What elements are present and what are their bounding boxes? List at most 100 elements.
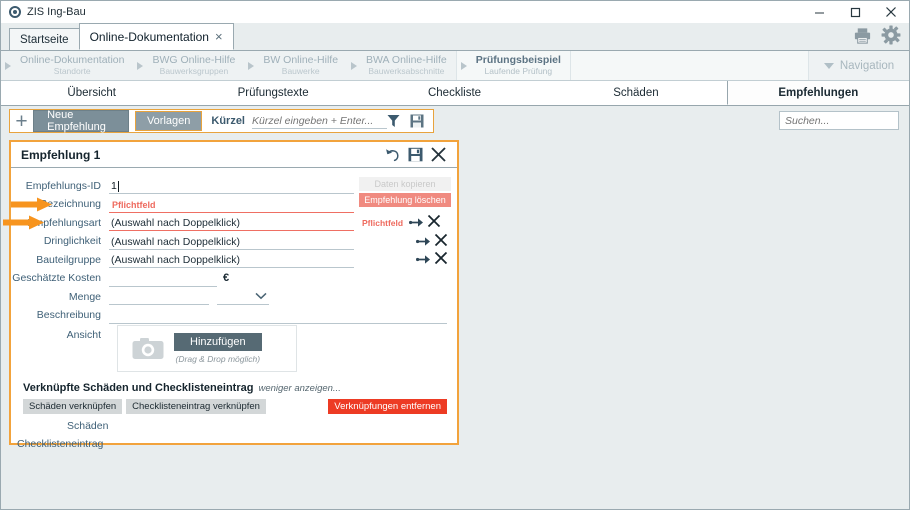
- field-control[interactable]: (Auswahl nach Doppelklick): [109, 233, 354, 250]
- search-box[interactable]: [779, 111, 910, 130]
- description-input[interactable]: [109, 309, 447, 324]
- field-control[interactable]: (Auswahl nach Doppelklick): [109, 251, 354, 269]
- field-label: Bauteilgruppe: [36, 253, 101, 266]
- tab-close-icon[interactable]: ×: [215, 29, 223, 44]
- field-label: Ansicht: [66, 329, 101, 341]
- field-value: (Auswahl nach Doppelklick): [111, 254, 240, 267]
- field-label: Beschreibung: [36, 309, 101, 322]
- filter-icon[interactable]: [387, 114, 400, 128]
- navigation-label: Navigation: [839, 59, 895, 72]
- tab-pruefungstexte[interactable]: Prüfungstexte: [182, 81, 363, 105]
- unit-select[interactable]: [217, 288, 269, 306]
- linked-heading-row: Verknüpfte Schäden und Checklisteneintra…: [23, 382, 457, 394]
- breadcrumb-item-online-dokumentation[interactable]: Online-Dokumentation Standorte: [1, 51, 133, 80]
- tab-checkliste[interactable]: Checkliste: [364, 81, 545, 105]
- field-label: Dringlichkeit: [43, 235, 101, 248]
- field-control[interactable]: Pflichtfeld: [109, 196, 354, 213]
- text-input[interactable]: Pflichtfeld: [109, 198, 354, 213]
- navigation-dropdown[interactable]: Navigation: [809, 51, 909, 80]
- gear-icon[interactable]: [881, 25, 901, 45]
- picker-input[interactable]: (Auswahl nach Doppelklick): [109, 216, 354, 232]
- tab-strip: Startseite Online-Dokumentation ×: [1, 23, 909, 51]
- field-value: (Auswahl nach Doppelklick): [111, 217, 240, 230]
- field-row-ansicht: Ansicht: [11, 327, 457, 341]
- field-control[interactable]: [109, 288, 209, 306]
- breadcrumb-item-bwa-online-hilfe[interactable]: BWA Online-Hilfe Bauwerksabschnitte: [347, 51, 456, 80]
- currency-symbol: €: [223, 272, 230, 285]
- circle-logo-icon: [9, 6, 21, 18]
- breadcrumb-item-pruefungsbeispiel[interactable]: Prüfungsbeispiel Laufende Prüfung: [455, 51, 571, 80]
- cost-input[interactable]: [109, 272, 217, 287]
- save-icon[interactable]: [408, 147, 423, 162]
- title-bar: ZIS Ing-Bau: [1, 1, 909, 23]
- new-recommendation-button[interactable]: Neue Empfehlung: [33, 109, 129, 133]
- add-icon[interactable]: +: [10, 110, 33, 132]
- link-damage-button[interactable]: Schäden verknüpfen: [23, 399, 123, 414]
- picker-input[interactable]: (Auswahl nach Doppelklick): [109, 235, 354, 250]
- clear-icon[interactable]: [427, 214, 441, 231]
- remove-links-button[interactable]: Verknüpfungen entfernen: [328, 399, 447, 414]
- chevron-right-icon: [5, 61, 11, 70]
- field-value: (Auswahl nach Doppelklick): [111, 235, 240, 248]
- minimize-icon[interactable]: [801, 1, 837, 23]
- quantity-input[interactable]: [109, 290, 209, 306]
- link-icon[interactable]: [416, 254, 431, 265]
- maximize-icon[interactable]: [837, 1, 873, 23]
- breadcrumb-sub: Standorte: [53, 65, 91, 76]
- field-control[interactable]: [109, 307, 447, 324]
- linked-toggle-link[interactable]: weniger anzeigen...: [258, 383, 340, 394]
- kuerzel-label: Kürzel: [211, 115, 245, 127]
- toolbar-icon-group: [387, 114, 433, 128]
- search-input[interactable]: [785, 114, 910, 127]
- linked-damage-label[interactable]: Schäden: [67, 420, 457, 432]
- kuerzel-input[interactable]: [252, 113, 387, 129]
- tab-label: Startseite: [20, 33, 69, 46]
- card-action-icons: [385, 146, 453, 163]
- field-row-dringlichkeit: Dringlichkeit (Auswahl nach Doppelklick): [11, 233, 457, 251]
- close-icon[interactable]: [873, 1, 909, 23]
- link-icon[interactable]: [416, 236, 431, 247]
- section-tab-bar: Übersicht Prüfungstexte Checkliste Schäd…: [1, 81, 910, 106]
- chevron-right-icon: [460, 61, 467, 70]
- undo-icon[interactable]: [385, 147, 401, 162]
- section-tab-label: Schäden: [613, 87, 659, 99]
- tab-uebersicht[interactable]: Übersicht: [1, 81, 182, 105]
- save-icon[interactable]: [410, 114, 424, 128]
- breadcrumb-main: Online-Dokumentation: [20, 53, 125, 66]
- clear-icon[interactable]: [434, 233, 448, 250]
- link-icon[interactable]: [409, 217, 424, 228]
- section-tab-label: Übersicht: [67, 87, 116, 99]
- tab-startseite[interactable]: Startseite: [9, 28, 80, 50]
- clear-icon[interactable]: [434, 251, 448, 268]
- chevron-right-icon: [351, 61, 358, 70]
- unit-select-input[interactable]: [217, 290, 269, 306]
- close-icon[interactable]: [430, 146, 447, 163]
- section-tab-label: Empfehlungen: [778, 86, 859, 99]
- field-error: Pflichtfeld: [112, 199, 156, 210]
- breadcrumb: Online-Dokumentation Standorte BWG Onlin…: [1, 51, 909, 81]
- chevron-right-icon: [248, 61, 255, 70]
- text-caret: [117, 180, 119, 192]
- field-control[interactable]: [109, 270, 217, 287]
- print-icon[interactable]: [853, 26, 872, 45]
- header-icon-group: [853, 25, 901, 45]
- breadcrumb-item-bwg-online-hilfe[interactable]: BWG Online-Hilfe Bauwerksgruppen: [133, 51, 244, 80]
- field-label: Menge: [68, 290, 101, 303]
- linked-checklist-label[interactable]: Checklisteneintrag: [17, 438, 457, 450]
- field-row-empfehlungs-id: Empfehlungs-ID 1: [11, 177, 457, 195]
- field-row-bauteilgruppe: Bauteilgruppe (Auswahl nach Doppelklick): [11, 251, 457, 269]
- linked-buttons-row: Schäden verknüpfen Checklisteneintrag ve…: [23, 399, 457, 414]
- tab-online-dokumentation[interactable]: Online-Dokumentation ×: [78, 23, 234, 50]
- tab-schaeden[interactable]: Schäden: [545, 81, 726, 105]
- templates-button[interactable]: Vorlagen: [134, 111, 203, 131]
- field-value: 1: [111, 180, 117, 193]
- field-control[interactable]: 1: [109, 177, 354, 195]
- tab-empfehlungen[interactable]: Empfehlungen: [726, 81, 910, 105]
- application-window: ZIS Ing-Bau Startseite Online-Dokumentat…: [0, 0, 910, 510]
- field-control[interactable]: (Auswahl nach Doppelklick): [109, 214, 354, 232]
- breadcrumb-item-bw-online-hilfe[interactable]: BW Online-Hilfe Bauwerke: [244, 51, 347, 80]
- link-checklist-button[interactable]: Checklisteneintrag verknüpfen: [126, 399, 266, 414]
- breadcrumb-main: Prüfungsbeispiel: [475, 53, 561, 66]
- picker-input[interactable]: (Auswahl nach Doppelklick): [109, 253, 354, 269]
- text-input[interactable]: 1: [109, 179, 354, 195]
